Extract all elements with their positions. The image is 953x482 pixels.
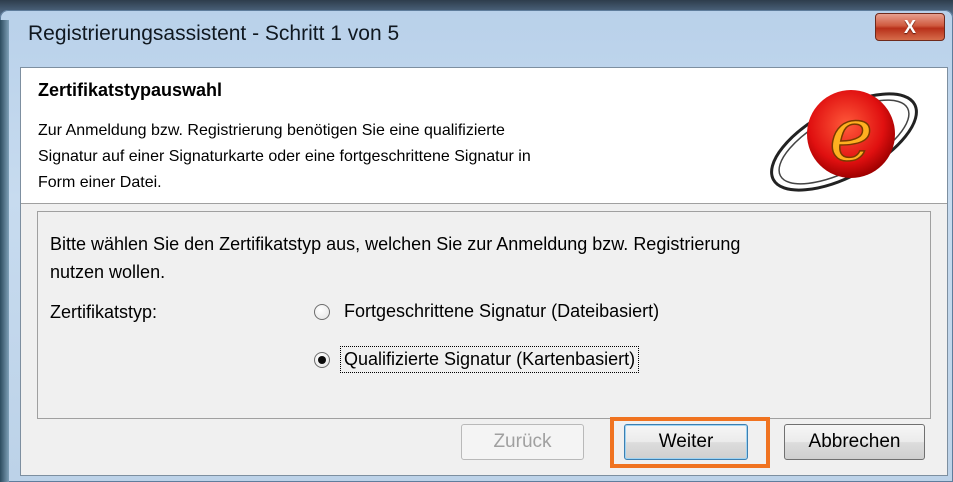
radio-option-advanced[interactable]: Fortgeschrittene Signatur (Dateibasiert)	[314, 299, 662, 324]
instruction-line: nutzen wollen.	[50, 262, 166, 282]
dialog-client-area: Zertifikatstypauswahl Zur Anmeldung bzw.…	[20, 67, 948, 476]
e-logo-icon: e	[770, 90, 918, 192]
certificate-type-label: Zertifikatstyp:	[50, 302, 158, 322]
header-panel: Zertifikatstypauswahl Zur Anmeldung bzw.…	[21, 68, 947, 204]
radio-label-qualified[interactable]: Qualifizierte Signatur (Kartenbasiert)	[339, 346, 640, 373]
certificate-type-group: Bitte wählen Sie den Zertifikatstyp aus,…	[37, 211, 931, 419]
instruction-text: Bitte wählen Sie den Zertifikatstyp aus,…	[50, 230, 910, 286]
radio-button-qualified[interactable]	[314, 351, 330, 368]
description-line: Signatur auf einer Signaturkarte oder ei…	[38, 148, 531, 165]
radio-label-advanced[interactable]: Fortgeschrittene Signatur (Dateibasiert)	[341, 299, 662, 324]
window-title: Registrierungsassistent - Schritt 1 von …	[28, 22, 400, 45]
next-button-highlight-box	[610, 417, 770, 468]
page-title: Zertifikatstypauswahl	[38, 80, 223, 100]
radio-option-qualified[interactable]: Qualifizierte Signatur (Kartenbasiert)	[314, 346, 640, 373]
back-button[interactable]: Zurück	[461, 424, 584, 460]
header-description: Zur Anmeldung bzw. Registrierung benötig…	[38, 118, 738, 196]
radio-button-advanced[interactable]	[314, 303, 330, 320]
close-button[interactable]: X	[875, 13, 945, 41]
description-line: Zur Anmeldung bzw. Registrierung benötig…	[38, 122, 505, 139]
cancel-button[interactable]: Abbrechen	[784, 424, 925, 460]
window-left-edge	[0, 20, 9, 482]
logo-letter: e	[829, 92, 873, 178]
description-line: Form einer Datei.	[38, 174, 162, 191]
instruction-line: Bitte wählen Sie den Zertifikatstyp aus,…	[50, 234, 741, 254]
